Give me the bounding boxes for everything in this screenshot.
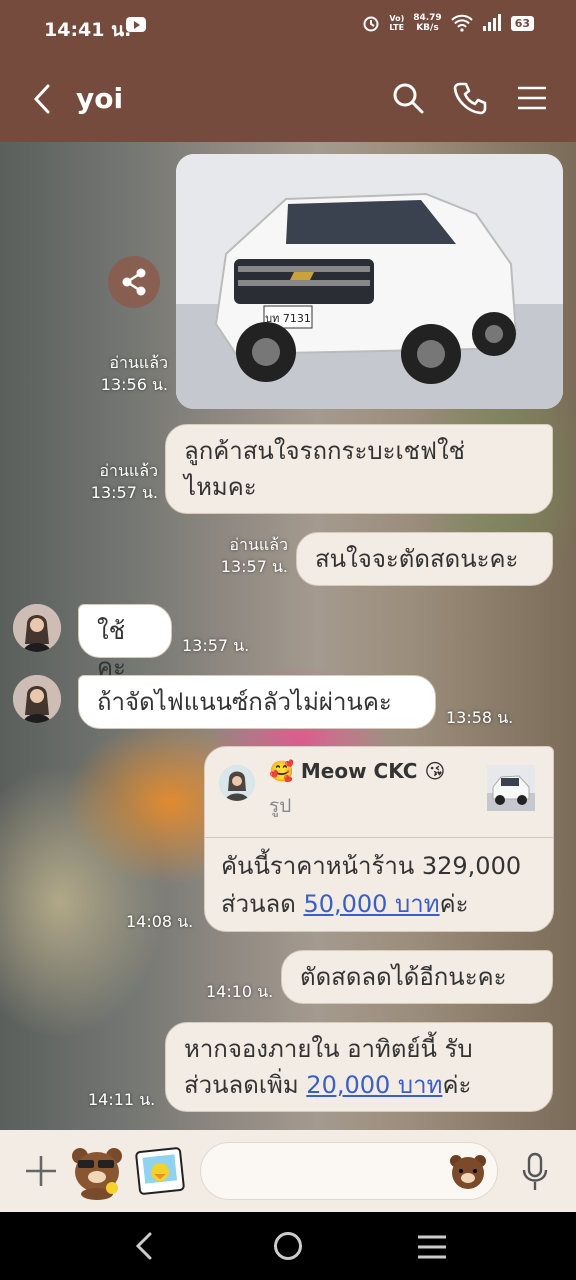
phone-icon[interactable] [452,80,488,116]
message-time: 13:57 น. [182,636,250,655]
nav-back-icon[interactable] [130,1230,158,1262]
quoted-photo-thumbnail [487,765,535,811]
contact-avatar[interactable] [13,675,61,723]
status-indicators: Vo) LTE 84.79 KB/s 63 [362,13,534,33]
chat-area[interactable]: อ่านแล้ว 13:56 น. บท 7131 อ่านแล้ว 13:57 น… [0,142,576,1130]
outgoing-message[interactable]: ตัดสดลดได้อีกนะคะ [281,950,553,1004]
pickup-truck-image: บท 7131 [176,154,563,409]
incoming-message[interactable]: ถ้าจัดไฟแนนซ์กลัวไม่ผ่านคะ [78,675,436,729]
chat-header: yoi [0,56,576,142]
plus-icon[interactable] [24,1154,58,1188]
back-arrow-icon[interactable] [28,82,58,116]
read-receipt: อ่านแล้ว 13:56 น. [100,353,168,394]
chat-title: yoi [76,82,124,115]
quoted-user-avatar [219,765,255,801]
sticker-shop-icon[interactable] [134,1146,186,1196]
youtube-notification-icon [126,17,146,32]
system-nav-bar [0,1212,576,1280]
reply-text: คันนี้ราคาหน้าร้าน 329,000 ส่วนลด 50,000… [221,852,522,918]
status-bar: 14:41 น. Vo) LTE 84.79 KB/s 63 [0,0,576,56]
message-input-bar [0,1130,576,1212]
outgoing-message[interactable]: หากจองภายใน อาทิตย์นี้ รับ ส่วนลดเพิ่ม 2… [165,1022,553,1112]
share-icon [122,268,146,296]
amount-link[interactable]: 20,000 บาท [306,1071,442,1099]
read-receipt: อ่านแล้ว 13:57 น. [220,535,288,576]
menu-icon[interactable] [514,80,550,116]
search-icon[interactable] [390,80,426,116]
reply-message[interactable]: 🥰 Meow CKC 😘 รูป คันนี้ราคาหน้าร้าน 329,… [204,746,554,932]
signal-icon [482,14,501,31]
message-time: 13:58 น. [446,708,514,727]
wifi-icon [450,14,473,32]
divider [205,837,553,838]
microphone-icon[interactable] [520,1152,550,1192]
emoji-bear-icon[interactable] [448,1151,488,1191]
outgoing-message[interactable]: ลูกค้าสนใจรถกระบะเชฟใช่ ไหมคะ [165,424,553,514]
share-button[interactable] [108,256,160,308]
message-time: 14:08 น. [126,912,194,931]
nav-home-icon[interactable] [274,1232,302,1260]
message-time: 14:10 น. [206,982,274,1001]
volte-indicator: Vo) LTE [389,14,405,32]
alarm-icon [363,16,379,32]
contact-avatar[interactable] [13,604,61,652]
status-time: 14:41 น. [44,19,132,41]
quoted-user-name: 🥰 Meow CKC 😘 [269,759,446,783]
battery-indicator: 63 [510,15,534,31]
incoming-message[interactable]: ใช้คะ [78,604,172,681]
read-receipt: อ่านแล้ว 13:57 น. [90,461,158,502]
sticker-icon[interactable] [68,1142,126,1200]
network-speed: 84.79 KB/s [413,13,442,33]
quoted-type: รูป [269,795,292,817]
car-photo-message[interactable]: บท 7131 [176,154,563,409]
outgoing-message[interactable]: สนใจจะตัดสดนะคะ [296,532,553,586]
message-time: 14:11 น. [88,1090,156,1109]
nav-recent-apps-icon[interactable] [416,1234,448,1260]
amount-link[interactable]: 50,000 บาท [303,890,439,918]
